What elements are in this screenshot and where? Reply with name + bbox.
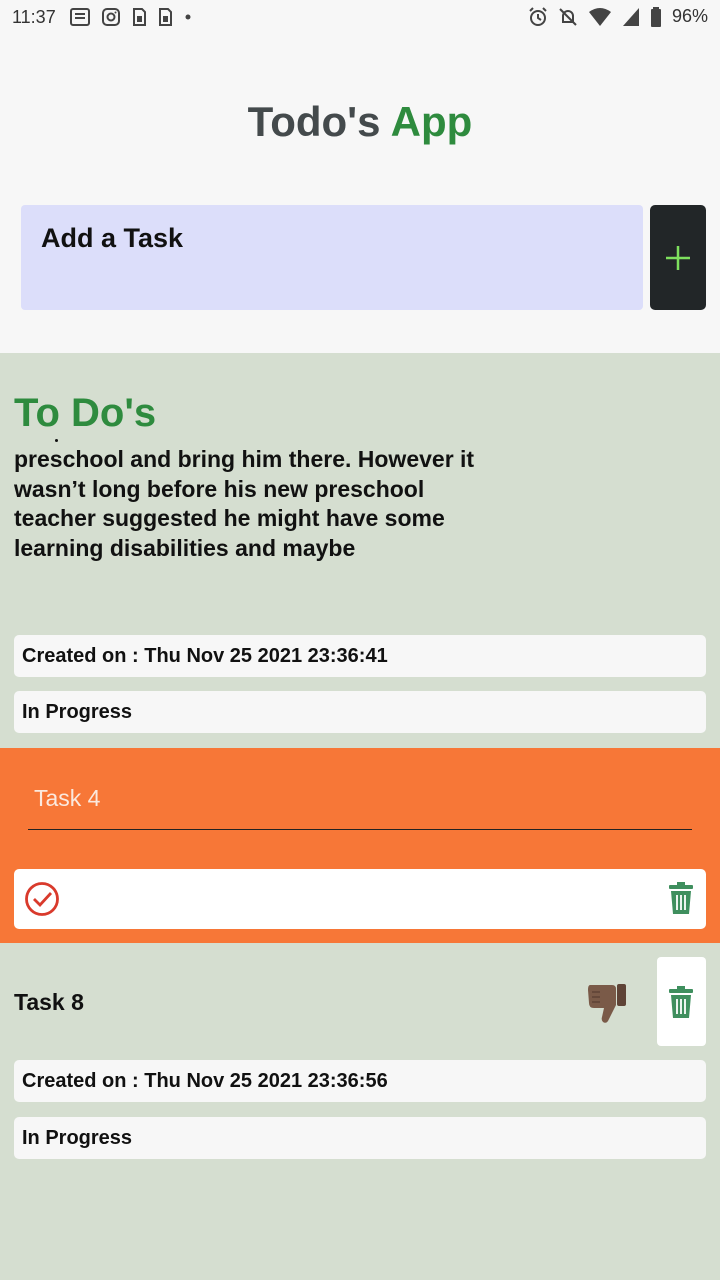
text-cursor-dot <box>55 439 58 442</box>
notifications-off-icon <box>559 7 577 26</box>
title-part1: Todo's <box>247 98 381 145</box>
todo-section: To Do's preschool and bring him there. H… <box>0 353 720 1280</box>
check-circle-icon[interactable] <box>24 881 60 917</box>
alarm-icon <box>529 6 547 26</box>
task-status: In Progress <box>14 691 706 733</box>
signal-icon <box>622 7 639 26</box>
sim-icon <box>133 8 146 26</box>
trash-icon[interactable] <box>668 985 694 1019</box>
battery-icon <box>650 6 661 27</box>
trash-icon[interactable] <box>668 881 694 915</box>
task-edit-panel: Task 4 <box>0 748 720 943</box>
sim-icon <box>159 8 172 26</box>
notification-icons <box>70 8 192 26</box>
instagram-icon <box>102 8 120 26</box>
status-time: 11:37 <box>12 7 56 27</box>
more-dot-icon <box>185 14 191 20</box>
task-status: In Progress <box>14 1117 706 1159</box>
task-created-date: Created on : Thu Nov 25 2021 23:36:56 <box>14 1060 706 1102</box>
system-icons: 96% <box>528 6 708 27</box>
wifi-icon <box>588 7 611 26</box>
delete-task-button[interactable] <box>657 957 706 1046</box>
task-description: preschool and bring him there. However i… <box>14 446 475 561</box>
plus-icon <box>666 245 690 270</box>
task-name: Task 8 <box>14 989 84 1015</box>
news-icon <box>70 8 90 26</box>
add-task-input[interactable]: Add a Task <box>21 205 643 310</box>
section-title: To Do's <box>14 391 157 435</box>
task-edit-actions <box>14 869 706 929</box>
title-part2: App <box>390 98 473 145</box>
battery-level: 96% <box>671 6 708 26</box>
thumbs-down-icon[interactable] <box>586 981 628 1025</box>
add-task-button[interactable] <box>650 205 706 310</box>
page-title: Todo's App <box>0 98 720 146</box>
task-created-date: Created on : Thu Nov 25 2021 23:36:41 <box>14 635 706 677</box>
task-edit-input[interactable]: Task 4 <box>28 776 692 830</box>
status-bar: 11:37 96% <box>0 0 720 34</box>
